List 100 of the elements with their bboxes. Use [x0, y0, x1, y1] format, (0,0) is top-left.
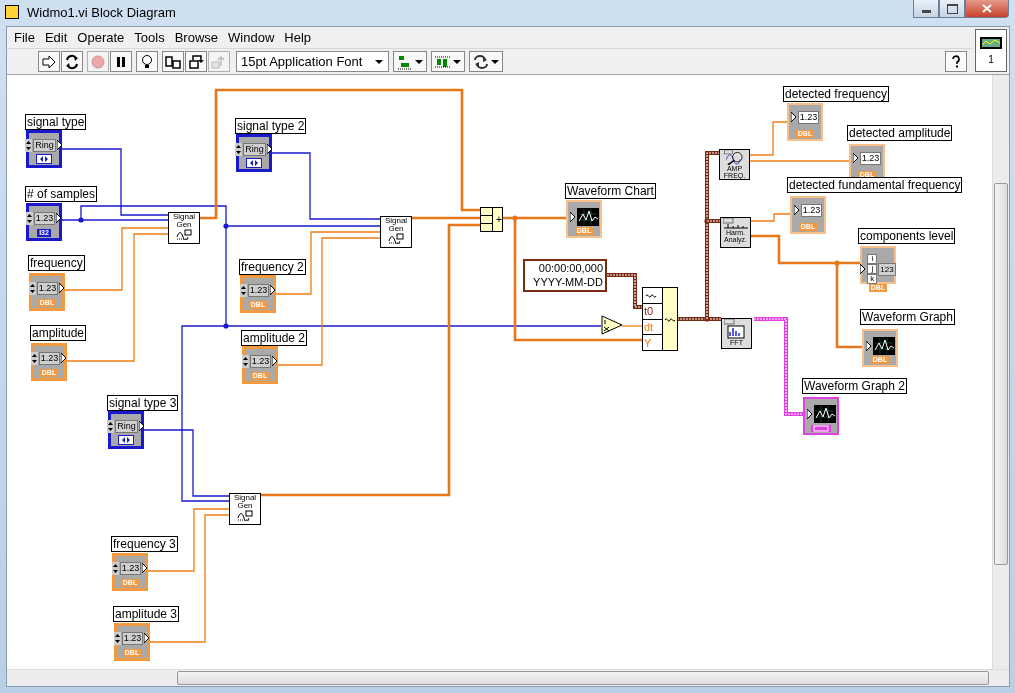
menu-item[interactable]: File [10, 30, 41, 45]
increment-arrows-icon [235, 143, 243, 156]
terminal-label: amplitude [30, 325, 87, 341]
graph-icon [872, 337, 895, 355]
signal-generator-node: Signal Gen [380, 216, 412, 248]
output-arrow-icon [56, 140, 63, 151]
help-button[interactable] [945, 51, 967, 72]
value-display: 1.23 [38, 352, 61, 365]
terminal-label: signal type 3 [107, 395, 179, 411]
value-display: 1.23 [36, 282, 59, 295]
timestamp-constant: 00:00:00,000 YYYY-MM-DD [523, 259, 607, 292]
output-arrow-icon [272, 356, 279, 367]
output-arrow-icon [270, 285, 277, 296]
terminal-label: detected frequency [783, 86, 890, 102]
step-into-button[interactable] [185, 51, 207, 72]
menu-item[interactable]: Window [224, 30, 281, 45]
probe-icon [165, 53, 181, 70]
wire [748, 121, 788, 156]
terminal-name: Y [643, 335, 653, 350]
vertical-scrollbar[interactable] [992, 75, 1009, 669]
input-arrow-icon [790, 112, 797, 123]
font-dropdown[interactable]: 15pt Application Font [236, 51, 390, 72]
spectrum-icon [722, 218, 749, 229]
align-icon [397, 53, 414, 70]
minimize-button[interactable] [913, 0, 939, 18]
terminal-label: Waveform Graph 2 [802, 378, 907, 394]
distribute-icon [435, 53, 452, 70]
output-arrow-icon [138, 421, 145, 432]
highlight-button[interactable] [136, 51, 158, 72]
menu-item[interactable]: Edit [40, 30, 74, 45]
increment-arrows-icon [30, 352, 38, 365]
cycle-arrows-icon [64, 53, 80, 70]
waveform-icon [237, 510, 253, 521]
align-menu-button[interactable] [393, 51, 428, 72]
terminal-name: dt [643, 319, 662, 336]
horizontal-scrollbar[interactable] [7, 669, 1009, 686]
increment-arrows-icon [239, 284, 247, 297]
connector-pane-icon[interactable]: 1 [975, 29, 1007, 72]
reorder-icon [473, 53, 490, 70]
terminal-label: frequency [28, 255, 85, 271]
increment-arrows-icon [28, 282, 36, 295]
index-display: i [867, 254, 878, 264]
increment-arrows-icon [25, 212, 33, 225]
value-display: 1.23 [33, 212, 56, 225]
ring-control-terminal[interactable]: Ring [26, 130, 62, 168]
run-button[interactable] [38, 51, 60, 72]
signal-generator-node: Signal Gen [229, 493, 261, 525]
input-arrow-icon [860, 263, 867, 275]
input-arrow-icon [806, 408, 813, 420]
maximize-button[interactable] [939, 0, 965, 18]
increment-arrows-icon [111, 562, 119, 575]
terminal-label: detected fundamental frequency [787, 177, 963, 193]
menu-item[interactable]: Browse [170, 30, 225, 45]
distribute-menu-button[interactable] [431, 51, 466, 72]
terminal-label: Waveform Graph [860, 309, 955, 325]
menu-item[interactable]: Tools [130, 30, 171, 45]
value-display: Ring [115, 420, 138, 433]
terminal-label: components level [858, 228, 956, 244]
app-icon [5, 5, 19, 19]
arrow-icon [41, 53, 57, 70]
light-bulb-icon [139, 53, 155, 70]
menu-item[interactable]: Operate [73, 30, 131, 45]
ring-arrows-icon [249, 159, 259, 167]
reciprocal-node [601, 315, 623, 335]
terminal-label: frequency 3 [111, 536, 178, 552]
stop-icon [90, 53, 106, 70]
terminal-label: signal type 2 [235, 118, 307, 134]
output-arrow-icon [56, 213, 63, 224]
wire [749, 213, 791, 222]
ring-control-terminal[interactable]: Ring [108, 411, 144, 449]
graph-icon [813, 405, 836, 423]
pause-button[interactable] [110, 51, 132, 72]
cluster-icon [813, 425, 829, 432]
add-node: + [480, 207, 503, 232]
step-icon [211, 53, 227, 70]
close-icon [982, 4, 992, 13]
run-continuously-button[interactable] [61, 51, 83, 72]
menu-item[interactable]: Help [280, 30, 318, 45]
waveform-icon [176, 229, 192, 240]
terminal-label: # of samples [25, 186, 98, 202]
increment-arrows-icon [113, 632, 121, 645]
waveform-icon [388, 233, 404, 244]
input-arrow-icon [793, 205, 800, 216]
step-icon [188, 53, 204, 70]
ring-arrows-icon [121, 436, 131, 444]
increment-arrows-icon [25, 139, 33, 152]
input-arrow-icon [569, 211, 576, 223]
output-arrow-icon [59, 283, 66, 294]
ring-arrows-icon [39, 155, 49, 163]
reorder-menu-button[interactable] [469, 51, 504, 72]
value-display: 1.23 [247, 284, 270, 297]
terminal-label: amplitude 3 [113, 606, 180, 622]
retain-button[interactable] [162, 51, 184, 72]
output-arrow-icon [142, 563, 149, 574]
close-button[interactable] [965, 0, 1009, 18]
output-arrow-icon [266, 144, 273, 155]
terminal-label: Waveform Chart [565, 183, 656, 199]
value-display: 1.23 [249, 355, 272, 368]
input-arrow-icon [852, 153, 859, 164]
ring-control-terminal[interactable]: Ring [236, 134, 272, 172]
